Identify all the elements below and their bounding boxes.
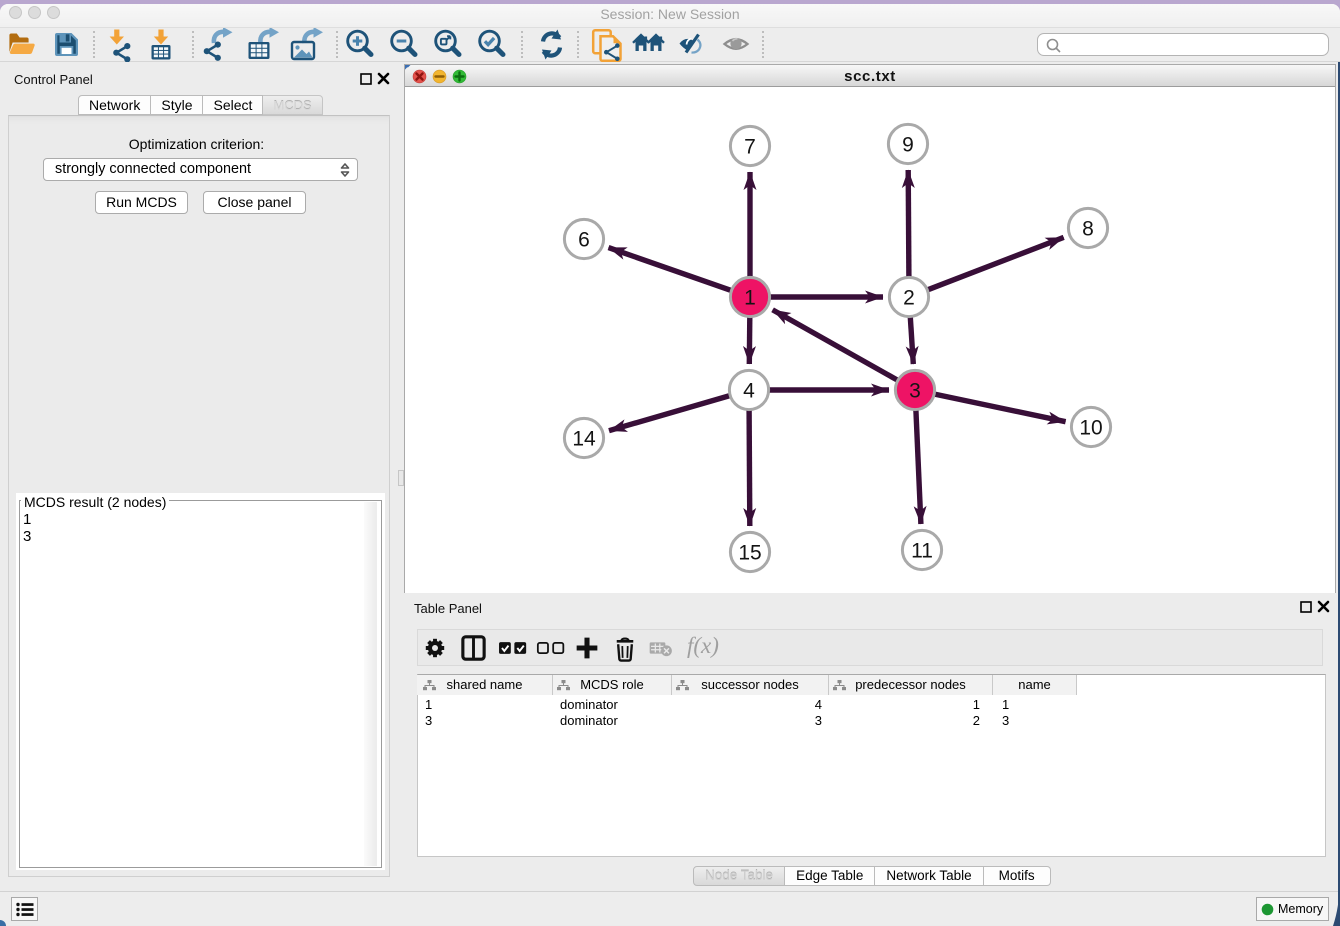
svg-text:6: 6 xyxy=(578,229,590,252)
svg-text:4: 4 xyxy=(743,380,755,403)
svg-text:1: 1 xyxy=(744,287,756,310)
svg-text:2: 2 xyxy=(903,287,915,310)
svg-text:8: 8 xyxy=(1082,218,1094,241)
svg-text:11: 11 xyxy=(911,540,933,563)
svg-text:9: 9 xyxy=(902,134,914,157)
svg-text:14: 14 xyxy=(572,428,596,451)
svg-text:10: 10 xyxy=(1079,417,1102,440)
svg-text:3: 3 xyxy=(909,380,921,403)
svg-text:7: 7 xyxy=(744,136,756,159)
svg-text:15: 15 xyxy=(738,542,761,565)
